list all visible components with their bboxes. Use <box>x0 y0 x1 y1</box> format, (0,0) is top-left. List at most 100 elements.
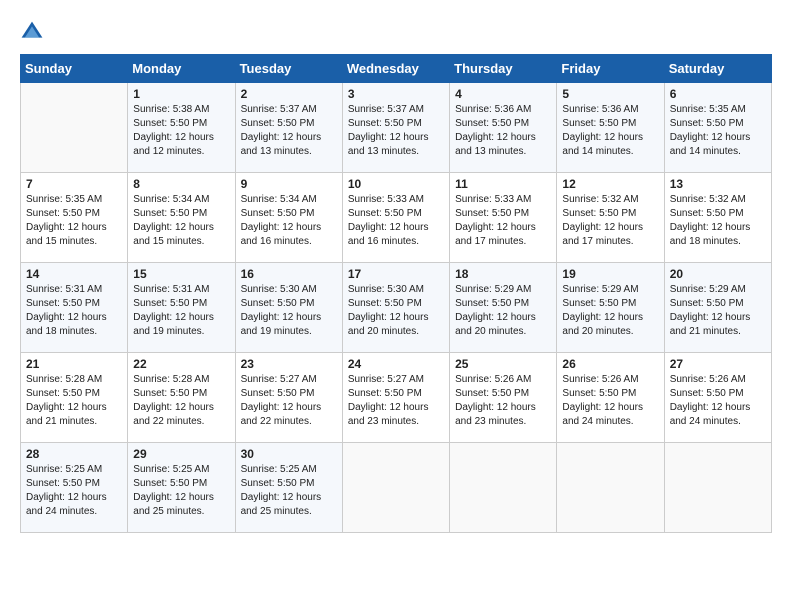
weekday-header-cell: Friday <box>557 55 664 83</box>
day-info: Sunrise: 5:26 AM Sunset: 5:50 PM Dayligh… <box>562 373 658 429</box>
day-info: Sunrise: 5:34 AM Sunset: 5:50 PM Dayligh… <box>241 193 337 249</box>
day-number: 14 <box>26 267 122 281</box>
day-number: 17 <box>348 267 444 281</box>
day-number: 12 <box>562 177 658 191</box>
day-info: Sunrise: 5:28 AM Sunset: 5:50 PM Dayligh… <box>133 373 229 429</box>
calendar-cell: 7 Sunrise: 5:35 AM Sunset: 5:50 PM Daylig… <box>21 173 128 263</box>
day-info: Sunrise: 5:33 AM Sunset: 5:50 PM Dayligh… <box>348 193 444 249</box>
day-info: Sunrise: 5:30 AM Sunset: 5:50 PM Dayligh… <box>241 283 337 339</box>
calendar-cell: 25Sunrise: 5:26 AM Sunset: 5:50 PM Dayli… <box>450 353 557 443</box>
day-info: Sunrise: 5:25 AM Sunset: 5:50 PM Dayligh… <box>133 463 229 519</box>
calendar-cell: 21 Sunrise: 5:28 AM Sunset: 5:50 PM Dayli… <box>21 353 128 443</box>
day-number: 8 <box>133 177 229 191</box>
day-number: 28 <box>26 447 122 461</box>
day-number: 19 <box>562 267 658 281</box>
logo-icon <box>20 20 44 44</box>
day-info: Sunrise: 5:32 AM Sunset: 5:50 PM Dayligh… <box>562 193 658 249</box>
calendar-cell: 14 Sunrise: 5:31 AM Sunset: 5:50 PM Dayli… <box>21 263 128 353</box>
calendar-cell <box>557 443 664 533</box>
day-info: Sunrise: 5:27 AM Sunset: 5:50 PM Dayligh… <box>348 373 444 429</box>
weekday-header-cell: Monday <box>128 55 235 83</box>
calendar-week-row: 21 Sunrise: 5:28 AM Sunset: 5:50 PM Dayli… <box>21 353 772 443</box>
day-number: 16 <box>241 267 337 281</box>
calendar-week-row: 1 Sunrise: 5:38 AM Sunset: 5:50 PM Daylig… <box>21 83 772 173</box>
day-info: Sunrise: 5:27 AM Sunset: 5:50 PM Dayligh… <box>241 373 337 429</box>
day-info: Sunrise: 5:29 AM Sunset: 5:50 PM Dayligh… <box>670 283 766 339</box>
calendar-cell <box>664 443 771 533</box>
day-info: Sunrise: 5:28 AM Sunset: 5:50 PM Dayligh… <box>26 373 122 429</box>
calendar-cell: 26Sunrise: 5:26 AM Sunset: 5:50 PM Dayli… <box>557 353 664 443</box>
day-info: Sunrise: 5:36 AM Sunset: 5:50 PM Dayligh… <box>455 103 551 159</box>
calendar-cell <box>21 83 128 173</box>
calendar-cell: 5 Sunrise: 5:36 AM Sunset: 5:50 PM Daylig… <box>557 83 664 173</box>
weekday-header-cell: Tuesday <box>235 55 342 83</box>
day-info: Sunrise: 5:30 AM Sunset: 5:50 PM Dayligh… <box>348 283 444 339</box>
day-info: Sunrise: 5:35 AM Sunset: 5:50 PM Dayligh… <box>26 193 122 249</box>
weekday-header-cell: Wednesday <box>342 55 449 83</box>
day-number: 2 <box>241 87 337 101</box>
calendar-cell: 19 Sunrise: 5:29 AM Sunset: 5:50 PM Dayli… <box>557 263 664 353</box>
calendar-cell: 11 Sunrise: 5:33 AM Sunset: 5:50 PM Dayli… <box>450 173 557 263</box>
calendar-cell: 3 Sunrise: 5:37 AM Sunset: 5:50 PM Daylig… <box>342 83 449 173</box>
day-info: Sunrise: 5:33 AM Sunset: 5:50 PM Dayligh… <box>455 193 551 249</box>
day-number: 29 <box>133 447 229 461</box>
weekday-header-cell: Saturday <box>664 55 771 83</box>
day-number: 13 <box>670 177 766 191</box>
calendar-week-row: 7 Sunrise: 5:35 AM Sunset: 5:50 PM Daylig… <box>21 173 772 263</box>
day-number: 25 <box>455 357 551 371</box>
day-number: 21 <box>26 357 122 371</box>
day-info: Sunrise: 5:32 AM Sunset: 5:50 PM Dayligh… <box>670 193 766 249</box>
weekday-header-cell: Sunday <box>21 55 128 83</box>
day-info: Sunrise: 5:25 AM Sunset: 5:50 PM Dayligh… <box>26 463 122 519</box>
calendar-cell: 13 Sunrise: 5:32 AM Sunset: 5:50 PM Dayli… <box>664 173 771 263</box>
calendar-cell: 10 Sunrise: 5:33 AM Sunset: 5:50 PM Dayli… <box>342 173 449 263</box>
weekday-header-row: SundayMondayTuesdayWednesdayThursdayFrid… <box>21 55 772 83</box>
day-number: 10 <box>348 177 444 191</box>
day-number: 4 <box>455 87 551 101</box>
calendar-cell: 28 Sunrise: 5:25 AM Sunset: 5:50 PM Dayli… <box>21 443 128 533</box>
day-number: 18 <box>455 267 551 281</box>
day-number: 20 <box>670 267 766 281</box>
day-number: 24 <box>348 357 444 371</box>
day-info: Sunrise: 5:37 AM Sunset: 5:50 PM Dayligh… <box>348 103 444 159</box>
day-info: Sunrise: 5:36 AM Sunset: 5:50 PM Dayligh… <box>562 103 658 159</box>
calendar-cell: 16 Sunrise: 5:30 AM Sunset: 5:50 PM Dayli… <box>235 263 342 353</box>
day-number: 9 <box>241 177 337 191</box>
calendar-cell: 15 Sunrise: 5:31 AM Sunset: 5:50 PM Dayli… <box>128 263 235 353</box>
day-number: 15 <box>133 267 229 281</box>
day-info: Sunrise: 5:31 AM Sunset: 5:50 PM Dayligh… <box>26 283 122 339</box>
day-number: 7 <box>26 177 122 191</box>
calendar-cell: 30Sunrise: 5:25 AM Sunset: 5:50 PM Dayli… <box>235 443 342 533</box>
calendar-cell: 4 Sunrise: 5:36 AM Sunset: 5:50 PM Daylig… <box>450 83 557 173</box>
day-number: 23 <box>241 357 337 371</box>
day-info: Sunrise: 5:38 AM Sunset: 5:50 PM Dayligh… <box>133 103 229 159</box>
day-number: 1 <box>133 87 229 101</box>
day-info: Sunrise: 5:37 AM Sunset: 5:50 PM Dayligh… <box>241 103 337 159</box>
calendar-week-row: 14 Sunrise: 5:31 AM Sunset: 5:50 PM Dayli… <box>21 263 772 353</box>
calendar-cell: 6 Sunrise: 5:35 AM Sunset: 5:50 PM Daylig… <box>664 83 771 173</box>
day-info: Sunrise: 5:34 AM Sunset: 5:50 PM Dayligh… <box>133 193 229 249</box>
logo <box>20 20 48 44</box>
day-info: Sunrise: 5:31 AM Sunset: 5:50 PM Dayligh… <box>133 283 229 339</box>
day-info: Sunrise: 5:29 AM Sunset: 5:50 PM Dayligh… <box>562 283 658 339</box>
page-header <box>20 20 772 44</box>
day-info: Sunrise: 5:25 AM Sunset: 5:50 PM Dayligh… <box>241 463 337 519</box>
calendar-cell: 2 Sunrise: 5:37 AM Sunset: 5:50 PM Daylig… <box>235 83 342 173</box>
calendar-cell: 22 Sunrise: 5:28 AM Sunset: 5:50 PM Dayli… <box>128 353 235 443</box>
day-number: 6 <box>670 87 766 101</box>
calendar-cell: 23 Sunrise: 5:27 AM Sunset: 5:50 PM Dayli… <box>235 353 342 443</box>
calendar-cell: 8 Sunrise: 5:34 AM Sunset: 5:50 PM Daylig… <box>128 173 235 263</box>
day-number: 3 <box>348 87 444 101</box>
calendar-cell: 29 Sunrise: 5:25 AM Sunset: 5:50 PM Dayli… <box>128 443 235 533</box>
day-number: 5 <box>562 87 658 101</box>
calendar-table: SundayMondayTuesdayWednesdayThursdayFrid… <box>20 54 772 533</box>
day-number: 11 <box>455 177 551 191</box>
day-info: Sunrise: 5:35 AM Sunset: 5:50 PM Dayligh… <box>670 103 766 159</box>
calendar-cell: 20 Sunrise: 5:29 AM Sunset: 5:50 PM Dayli… <box>664 263 771 353</box>
calendar-cell <box>342 443 449 533</box>
calendar-cell: 9 Sunrise: 5:34 AM Sunset: 5:50 PM Daylig… <box>235 173 342 263</box>
day-number: 22 <box>133 357 229 371</box>
weekday-header-cell: Thursday <box>450 55 557 83</box>
calendar-body: 1 Sunrise: 5:38 AM Sunset: 5:50 PM Daylig… <box>21 83 772 533</box>
calendar-cell: 18Sunrise: 5:29 AM Sunset: 5:50 PM Dayli… <box>450 263 557 353</box>
